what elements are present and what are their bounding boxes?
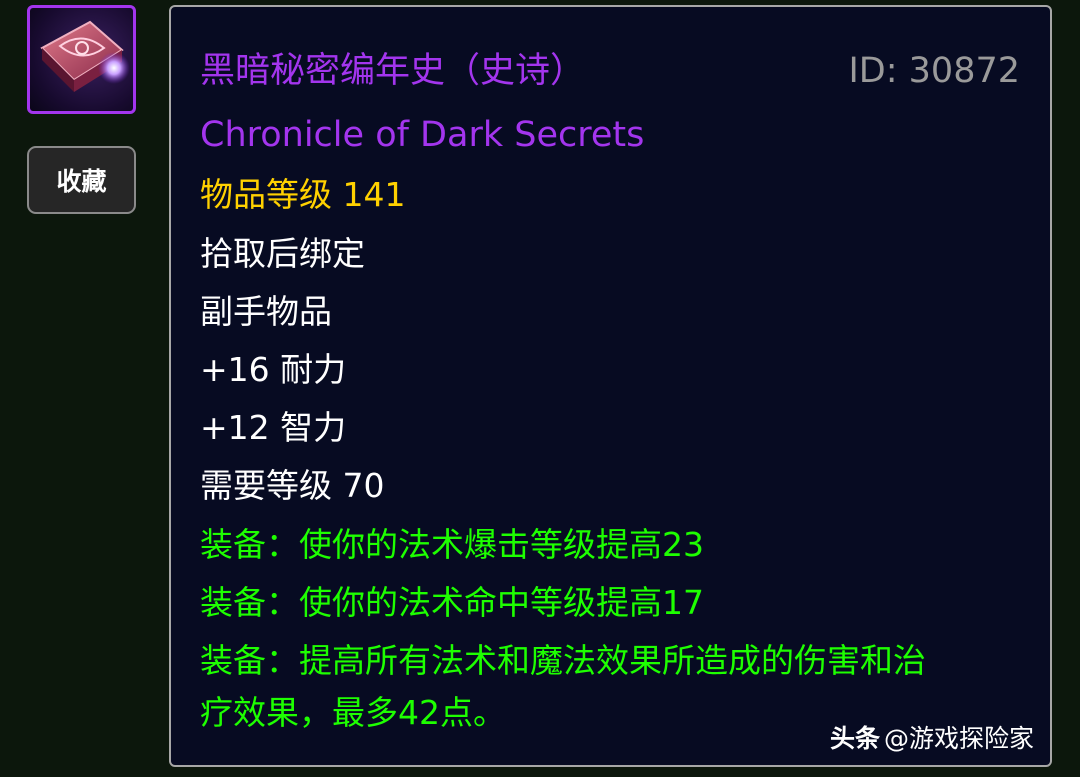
- equip-effect: 装备：提高所有法术和魔法效果所造成的伤害和治: [200, 641, 926, 680]
- favorite-button[interactable]: 收藏: [27, 146, 136, 214]
- equip-effect: 装备：使你的法术命中等级提高17: [200, 583, 704, 622]
- watermark: 头条 @游戏探险家: [830, 722, 1034, 756]
- binding-text: 拾取后绑定: [200, 234, 365, 273]
- item-icon[interactable]: [27, 5, 136, 114]
- purple-tome-icon: [40, 20, 130, 92]
- equip-effect: 装备：使你的法术爆击等级提高23: [200, 525, 704, 564]
- item-level: 物品等级 141: [200, 175, 406, 214]
- item-id: ID: 30872: [848, 51, 1020, 91]
- required-level: 需要等级 70: [200, 466, 385, 505]
- item-tooltip: 黑暗秘密编年史（史诗） ID: 30872 Chronicle of Dark …: [169, 5, 1052, 767]
- equip-effect-continuation: 疗效果，最多42点。: [200, 693, 506, 732]
- item-name-cn: 黑暗秘密编年史（史诗）: [200, 51, 586, 91]
- watermark-brand: 头条: [830, 724, 881, 753]
- watermark-author: @游戏探险家: [884, 724, 1035, 753]
- stamina-stat: +16 耐力: [200, 350, 347, 389]
- intellect-stat: +12 智力: [200, 408, 347, 447]
- slot-text: 副手物品: [200, 292, 332, 331]
- item-name-en: Chronicle of Dark Secrets: [200, 115, 645, 155]
